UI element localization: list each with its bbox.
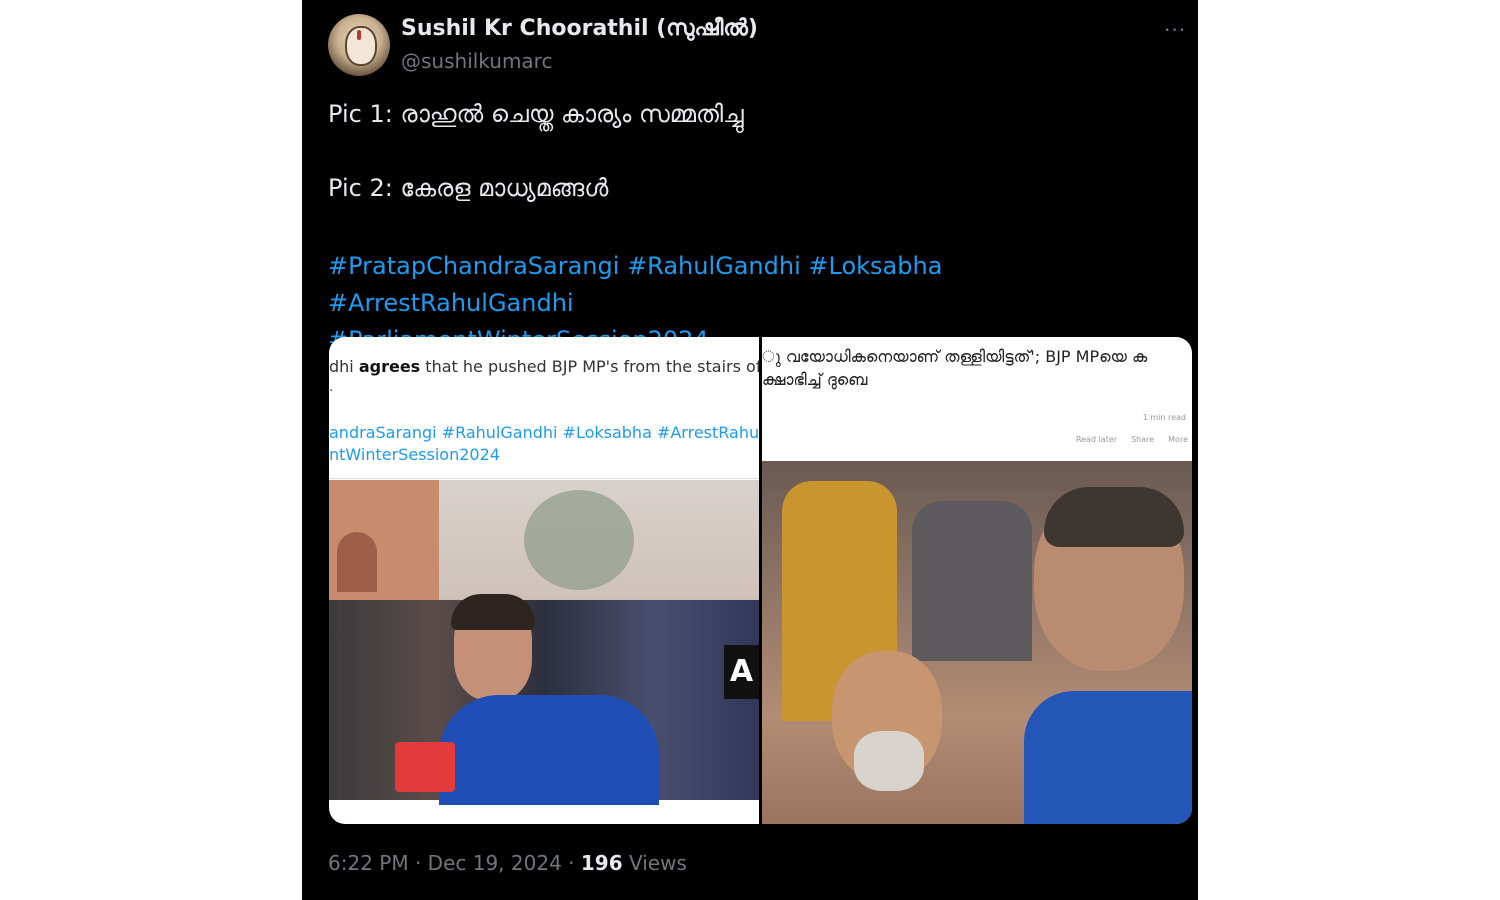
elder-beard [854,731,924,791]
pic1-caption-cont: . [329,379,334,395]
tweet-date[interactable]: Dec 19, 2024 [428,851,562,875]
tweet-time[interactable]: 6:22 PM [328,851,409,875]
tweet-card: Sushil Kr Choorathil (സുഷീൽ) @sushilkuma… [302,0,1198,900]
avatar-face [345,26,377,66]
author-display-name[interactable]: Sushil Kr Choorathil (സുഷീൽ) [401,16,758,41]
pic1-photo: A [329,480,759,805]
avatar[interactable] [328,14,390,76]
avatar-tilak [357,30,361,40]
pic1-divider [329,478,759,479]
views-label: Views [622,851,687,875]
media-image-1[interactable]: dhi agrees that he pushed BJP MP's from … [329,337,759,824]
pic2-actions: Read later Share More [1075,435,1188,444]
pic1-caption: dhi agrees that he pushed BJP MP's from … [329,357,759,376]
pic2-caption: ു വയോധികനെയാണ് തള്ളിയിട്ടത്'; BJP MPയെ ക… [762,347,1148,389]
person [1024,487,1192,824]
author-handle[interactable]: @sushilkumarc [401,49,552,73]
hashtag-link[interactable]: #RahulGandhi [627,252,801,280]
microphone [395,742,455,792]
hashtag-link[interactable]: #PratapChandraSarangi [328,252,619,280]
more-options-icon[interactable]: ··· [1164,18,1186,42]
pic2-photo [762,461,1192,824]
person-suit [912,501,1032,661]
person [439,594,659,805]
hashtag-link[interactable]: #Loksabha [808,252,942,280]
tweet-text-line-1: Pic 1: രാഹുൽ ചെയ്ത കാര്യം സമ്മതിച്ചു [328,100,744,128]
views-count: 196 [580,851,623,875]
media-grid: dhi agrees that he pushed BJP MP's from … [329,337,1192,824]
hashtag-link[interactable]: #ArrestRahulGandhi [328,289,574,317]
news-watermark: A [724,645,759,699]
pic2-read-time: 1 min read [1142,413,1186,422]
media-image-2[interactable]: ു വയോധികനെയാണ് തള്ളിയിട്ടത്'; BJP MPയെ ക… [762,337,1192,824]
tweet-text-line-2: Pic 2: കേരള മാധ്യമങ്ങൾ [328,174,609,202]
tree [524,490,634,590]
pic1-hashtags: andraSarangi #RahulGandhi #Loksabha #Arr… [329,423,759,464]
tweet-meta: 6:22 PM · Dec 19, 2024 · 196 Views [328,851,687,875]
parliament-arch [337,532,377,592]
